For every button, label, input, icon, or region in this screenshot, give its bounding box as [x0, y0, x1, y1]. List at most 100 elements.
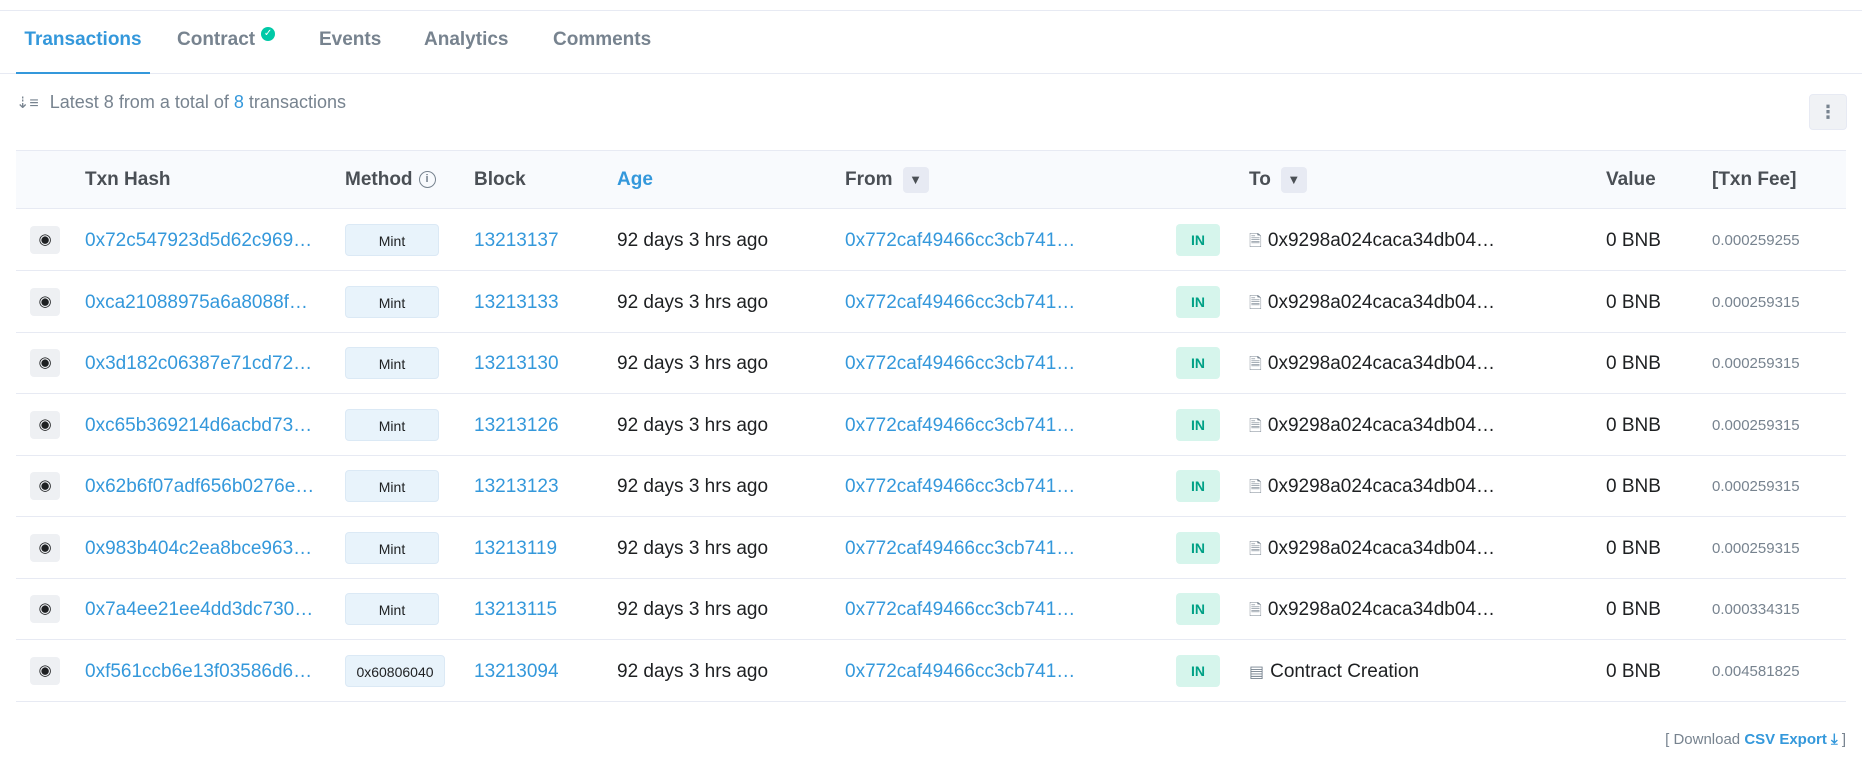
- age-text: 92 days 3 hrs ago: [617, 660, 769, 682]
- newspaper-icon: ▤: [1249, 663, 1265, 681]
- block-link[interactable]: 13213094: [474, 641, 559, 702]
- file-icon: 🗎: [1249, 479, 1262, 496]
- more-options-button[interactable]: ⋮: [1809, 94, 1847, 130]
- eye-icon[interactable]: ◉: [30, 472, 60, 500]
- eye-icon[interactable]: ◉: [30, 226, 60, 254]
- tab-contract[interactable]: Contract ✓: [177, 11, 276, 74]
- filter-from-button[interactable]: ▼: [902, 166, 929, 193]
- from-address-link[interactable]: 0x772caf49466cc3cb741…: [845, 456, 1075, 517]
- txn-hash-link[interactable]: 0x983b404c2ea8bce963…: [85, 518, 312, 579]
- eye-icon[interactable]: ◉: [30, 595, 60, 623]
- from-address-link[interactable]: 0x772caf49466cc3cb741…: [845, 395, 1075, 456]
- block-link[interactable]: 13213123: [474, 456, 559, 517]
- from-address-link[interactable]: 0x772caf49466cc3cb741…: [845, 641, 1075, 702]
- to-address[interactable]: 🗎 0x9298a024caca34db04…: [1249, 210, 1495, 272]
- age-text: 92 days 3 hrs ago: [617, 476, 769, 497]
- filter-to-button[interactable]: ▼: [1280, 166, 1307, 193]
- tab-transactions[interactable]: Transactions: [16, 11, 150, 74]
- csv-export-link[interactable]: CSV Export ⤓: [1744, 731, 1837, 748]
- to-address[interactable]: ▤ Contract Creation: [1249, 641, 1419, 703]
- to-address[interactable]: 🗎 0x9298a024caca34db04…: [1249, 395, 1495, 457]
- to-address-text: 0x9298a024caca34db04…: [1267, 291, 1496, 313]
- col-to-label: To: [1249, 169, 1271, 190]
- age-text: 92 days 3 hrs ago: [617, 599, 769, 620]
- block-link[interactable]: 13213115: [474, 579, 557, 640]
- col-block: Block: [474, 169, 526, 190]
- txn-fee-text: 0.004581825: [1712, 662, 1800, 680]
- from-address-link[interactable]: 0x772caf49466cc3cb741…: [845, 272, 1075, 333]
- file-icon: 🗎: [1249, 602, 1262, 619]
- value-text: 0 BNB: [1606, 599, 1661, 620]
- to-address[interactable]: 🗎 0x9298a024caca34db04…: [1249, 272, 1495, 334]
- txn-hash-link[interactable]: 0x3d182c06387e71cd72…: [85, 333, 312, 394]
- block-link[interactable]: 13213126: [474, 395, 559, 456]
- eye-icon[interactable]: ◉: [30, 349, 60, 377]
- to-address-text: 0x9298a024caca34db04…: [1267, 230, 1496, 251]
- txn-hash-link[interactable]: 0xca21088975a6a8088f…: [85, 272, 308, 333]
- block-link[interactable]: 13213137: [474, 210, 559, 271]
- block-link[interactable]: 13213119: [474, 518, 557, 579]
- tab-analytics[interactable]: Analytics: [424, 11, 508, 74]
- method-badge: Mint: [345, 224, 439, 256]
- value-text: 0 BNB: [1606, 537, 1661, 559]
- txn-hash-link[interactable]: 0x7a4ee21ee4dd3dc730…: [85, 579, 313, 640]
- txn-hash-link[interactable]: 0x62b6f07adf656b0276e…: [85, 456, 314, 517]
- download-footer: [ Download CSV Export ⤓ ]: [1665, 731, 1846, 748]
- method-badge: Mint: [345, 285, 439, 318]
- tab-transactions-label: Transactions: [24, 29, 142, 50]
- from-address-link[interactable]: 0x772caf49466cc3cb741…: [845, 518, 1075, 579]
- file-icon: 🗎: [1249, 417, 1262, 435]
- txn-hash-link[interactable]: 0xf561ccb6e13f03586d6…: [85, 641, 312, 702]
- col-from-label: From: [845, 169, 893, 190]
- tab-events[interactable]: Events: [319, 11, 381, 74]
- download-prefix: [ Download: [1665, 731, 1741, 748]
- transactions-summary: ⇣≡ Latest 8 from a total of 8 transactio…: [16, 92, 346, 113]
- direction-badge: IN: [1176, 531, 1220, 564]
- tab-comments[interactable]: Comments: [553, 11, 651, 74]
- file-icon: 🗎: [1249, 356, 1262, 373]
- block-link[interactable]: 13213133: [474, 272, 559, 333]
- to-address-text: 0x9298a024caca34db04…: [1267, 599, 1496, 620]
- csv-export-label: CSV Export: [1744, 731, 1827, 748]
- txn-fee-text: 0.000259255: [1712, 232, 1800, 249]
- transactions-card: Transactions Contract ✓ Events Analytics …: [0, 10, 1862, 768]
- txn-fee-text: 0.000259315: [1712, 539, 1800, 557]
- col-from: From ▼: [845, 151, 929, 208]
- value-text: 0 BNB: [1606, 291, 1661, 313]
- sort-descending-icon: ⇣≡: [16, 95, 39, 112]
- col-to: To ▼: [1249, 151, 1307, 208]
- age-text: 92 days 3 hrs ago: [617, 414, 769, 436]
- age-text: 92 days 3 hrs ago: [617, 537, 769, 559]
- eye-icon[interactable]: ◉: [30, 410, 60, 439]
- verified-check-icon: ✓: [261, 27, 276, 41]
- info-icon[interactable]: i: [418, 171, 436, 189]
- col-value: Value: [1606, 169, 1656, 190]
- summary-suffix: transactions: [248, 92, 346, 112]
- to-address[interactable]: 🗎 0x9298a024caca34db04…: [1249, 456, 1495, 518]
- direction-badge: IN: [1176, 470, 1220, 502]
- col-age[interactable]: Age: [617, 151, 653, 208]
- to-address[interactable]: 🗎 0x9298a024caca34db04…: [1249, 579, 1495, 641]
- to-address[interactable]: 🗎 0x9298a024caca34db04…: [1249, 518, 1495, 580]
- col-txn-fee[interactable]: [Txn Fee]: [1712, 151, 1796, 208]
- col-txn-hash: Txn Hash: [85, 169, 171, 190]
- eye-icon[interactable]: ◉: [30, 656, 60, 685]
- to-address[interactable]: 🗎 0x9298a024caca34db04…: [1249, 333, 1495, 395]
- block-link[interactable]: 13213130: [474, 333, 559, 394]
- from-address-link[interactable]: 0x772caf49466cc3cb741…: [845, 579, 1075, 640]
- to-address-text: 0x9298a024caca34db04…: [1267, 414, 1496, 436]
- table-row: ◉ 0x72c547923d5d62c969… Mint 13213137 92 day…: [16, 210, 1846, 271]
- txn-hash-link[interactable]: 0x72c547923d5d62c969…: [85, 210, 312, 271]
- summary-count[interactable]: 8: [234, 92, 244, 112]
- summary-prefix: Latest 8 from a total of: [49, 92, 229, 112]
- eye-icon[interactable]: ◉: [30, 287, 60, 316]
- table-row: ◉ 0x62b6f07adf656b0276e… Mint 13213123 92 da…: [16, 456, 1846, 517]
- txn-hash-link[interactable]: 0xc65b369214d6acbd73…: [85, 395, 312, 456]
- eye-icon[interactable]: ◉: [30, 533, 60, 562]
- tab-analytics-label: Analytics: [424, 29, 509, 50]
- direction-badge: IN: [1176, 593, 1220, 625]
- download-suffix: ]: [1841, 731, 1846, 748]
- from-address-link[interactable]: 0x772caf49466cc3cb741…: [845, 210, 1075, 271]
- table-row: ◉ 0xf561ccb6e13f03586d6… 0x60806040 1321309…: [16, 641, 1846, 702]
- from-address-link[interactable]: 0x772caf49466cc3cb741…: [845, 333, 1075, 394]
